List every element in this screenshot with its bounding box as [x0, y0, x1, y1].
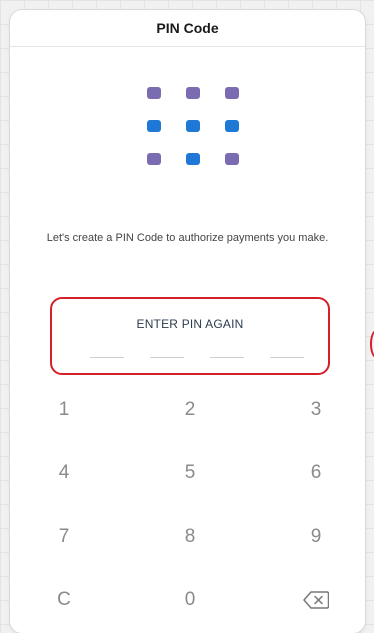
logo-dot	[186, 153, 200, 165]
backspace-icon	[303, 591, 329, 609]
digit-key-1[interactable]: 1	[34, 390, 94, 430]
digit-key-6[interactable]: 6	[286, 453, 346, 493]
digit-key-2[interactable]: 2	[160, 390, 220, 430]
pin-digit-slot	[210, 357, 244, 358]
pin-digit-slot	[270, 357, 304, 358]
digit-key-3[interactable]: 3	[286, 390, 346, 430]
logo-dot	[225, 153, 239, 165]
logo-dot	[147, 87, 161, 99]
digit-key-8[interactable]: 8	[160, 517, 220, 557]
instruction-text: Let's create a PIN Code to authorize pay…	[46, 232, 329, 244]
pin-digit-slots	[90, 357, 304, 359]
clear-key[interactable]: C	[34, 580, 94, 620]
logo-dot	[186, 87, 200, 99]
logo-dot	[186, 120, 200, 132]
page-title: PIN Code	[156, 20, 219, 36]
pin-digit-slot	[150, 357, 184, 358]
logo-dot	[147, 153, 161, 165]
digit-key-7[interactable]: 7	[34, 517, 94, 557]
pin-entry-label: ENTER PIN AGAIN	[136, 317, 244, 331]
logo-dot	[225, 120, 239, 132]
backspace-key[interactable]	[286, 580, 346, 620]
digit-key-9[interactable]: 9	[286, 517, 346, 557]
pin-entry-box[interactable]: ENTER PIN AGAIN	[50, 297, 330, 375]
pin-code-screen: PIN Code Let's create a PIN Code to auth…	[10, 10, 365, 633]
pin-logo-icon	[147, 87, 239, 167]
logo-dot	[225, 87, 239, 99]
logo-dot	[147, 120, 161, 132]
digit-key-0[interactable]: 0	[160, 580, 220, 620]
header: PIN Code	[10, 10, 365, 47]
digit-key-5[interactable]: 5	[160, 453, 220, 493]
digit-key-4[interactable]: 4	[34, 453, 94, 493]
pin-digit-slot	[90, 357, 124, 358]
